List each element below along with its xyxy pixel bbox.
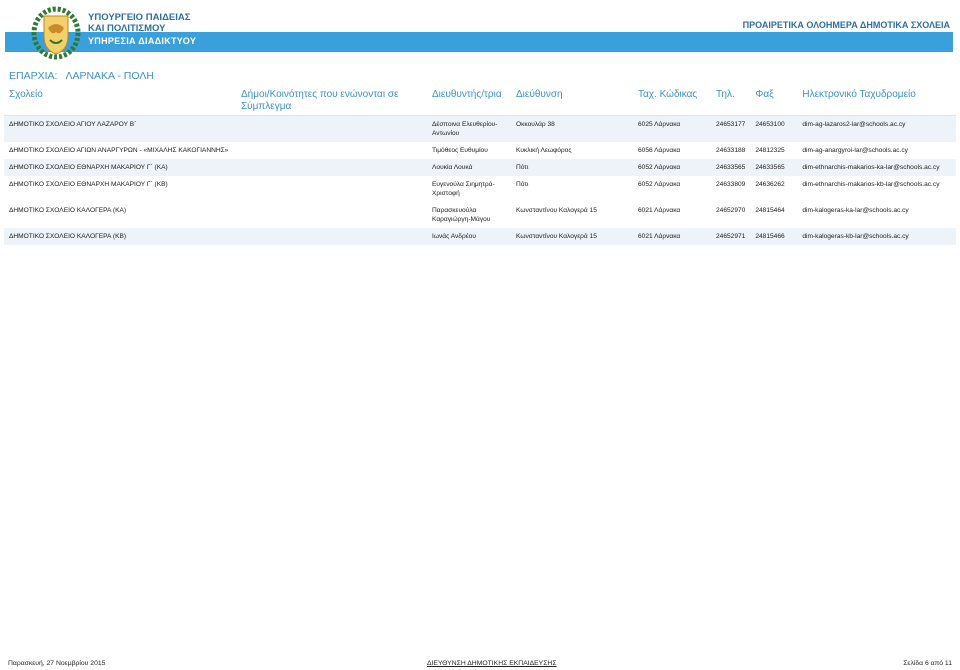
email: dim-ethnarchis-makarios-kb-lar@schools.a…	[802, 181, 940, 188]
footer-page-number: Σελίδα 6 από 11	[903, 660, 952, 667]
column-header: Ταχ. Κώδικας	[633, 86, 711, 116]
column-header: Ηλεκτρονικό Ταχυδρομείο	[797, 86, 956, 116]
phone: 24652970	[716, 207, 746, 214]
school-name: ΔΗΜΟΤΙΚΟ ΣΧΟΛΕΙΟ ΚΑΛΟΓΕΡΑ (ΚΑ)	[9, 207, 127, 214]
fax: 24636262	[755, 181, 785, 188]
phone: 24633565	[711, 159, 751, 176]
fax: 24812325	[755, 147, 785, 154]
school-name: ΔΗΜΟΤΙΚΟ ΣΧΟΛΕΙΟ ΕΘΝΑΡΧΗ ΜΑΚΑΡΙΟΥ Γ΄ (ΚΑ…	[4, 159, 236, 176]
postal-code: 6025 Λάρνακα	[633, 115, 711, 142]
address: Πότι	[511, 159, 633, 176]
district-label: ΕΠΑΡΧΙΑ:	[9, 70, 58, 82]
column-header: Σχολείο	[4, 86, 236, 116]
table-row: ΔΗΜΟΤΙΚΟ ΣΧΟΛΕΙΟ ΚΑΛΟΓΕΡΑ (ΚΑ) Παρασκευο…	[4, 202, 956, 228]
principal: Παρασκευούλα Καραγιώργη-Μάγου	[432, 207, 491, 223]
principal: Ιωνάς Ανδρέου	[427, 228, 511, 245]
table-row: ΔΗΜΟΤΙΚΟ ΣΧΟΛΕΙΟ ΕΘΝΑΡΧΗ ΜΑΚΑΡΙΟΥ Γ΄ (ΚΒ…	[4, 176, 956, 202]
table-header-row: Σχολείο Δήμοι/Κοινότητες που ενώνονται σ…	[4, 86, 956, 116]
phone: 24652971	[711, 228, 751, 245]
email: dim-ag-lazaros2-lar@schools.ac.cy	[797, 115, 956, 142]
district-heading: ΕΠΑΡΧΙΑ: ΛΑΡΝΑΚΑ - ΠΟΛΗ	[9, 70, 154, 82]
ministry-name: ΥΠΟΥΡΓΕΙΟ ΠΑΙΔΕΙΑΣ ΚΑΙ ΠΟΛΙΤΙΣΜΟΥ	[88, 12, 190, 34]
postal-code: 6021 Λάρνακα	[638, 207, 681, 214]
page-header: ΥΠΟΥΡΓΕΙΟ ΠΑΙΔΕΙΑΣ ΚΑΙ ΠΟΛΙΤΙΣΜΟΥ ΥΠΗΡΕΣ…	[0, 0, 960, 62]
table-row: ΔΗΜΟΤΙΚΟ ΣΧΟΛΕΙΟ ΚΑΛΟΓΕΡΑ (ΚΒ) Ιωνάς Ανδ…	[4, 228, 956, 245]
principal: Τιμόθεος Ευθυμίου	[432, 147, 488, 154]
email: dim-kalogeras-ka-lar@schools.ac.cy	[802, 207, 909, 214]
address: Κωνσταντίνου Καλογερά 15	[516, 207, 597, 214]
postal-code: 6052 Λάρνακα	[633, 159, 711, 176]
phone: 24633809	[716, 181, 746, 188]
fax: 24653100	[750, 115, 798, 142]
footer-department: ΔΙΕΥΘΥΝΣΗ ΔΗΜΟΤΙΚΗΣ ΕΚΠΑΙΔΕΥΣΗΣ	[427, 660, 557, 667]
schools-table: Σχολείο Δήμοι/Κοινότητες που ενώνονται σ…	[4, 86, 956, 245]
coat-of-arms-icon	[31, 6, 81, 60]
email: dim-ethnarchis-makarios-ka-lar@schools.a…	[797, 159, 956, 176]
address: Οκκουλάρ 38	[511, 115, 633, 142]
principal: Λουκία Λουκά	[427, 159, 511, 176]
column-header: Διευθυντής/τρια	[427, 86, 511, 116]
postal-code: 6056 Λάρνακα	[638, 147, 681, 154]
table-row: ΔΗΜΟΤΙΚΟ ΣΧΟΛΕΙΟ ΑΓΙΟΥ ΛΑΖΑΡΟΥ Β΄ Δέσποι…	[4, 115, 956, 142]
fax: 24633565	[750, 159, 798, 176]
principal: Δέσποινα Ελευθερίου-Αντωνίου	[427, 115, 511, 142]
email: dim-ag-anargyroi-lar@schools.ac.cy	[802, 147, 908, 154]
column-header: Φαξ	[750, 86, 798, 116]
column-header: Διεύθυνση	[511, 86, 633, 116]
fax: 24815464	[755, 207, 785, 214]
table-row: ΔΗΜΟΤΙΚΟ ΣΧΟΛΕΙΟ ΕΘΝΑΡΧΗ ΜΑΚΑΡΙΟΥ Γ΄ (ΚΑ…	[4, 159, 956, 176]
municipalities	[236, 176, 427, 202]
column-header: Δήμοι/Κοινότητες που ενώνονται σε Σύμπλε…	[236, 86, 427, 116]
municipalities	[236, 142, 427, 159]
column-header: Τηλ.	[711, 86, 751, 116]
school-name: ΔΗΜΟΤΙΚΟ ΣΧΟΛΕΙΟ ΕΘΝΑΡΧΗ ΜΑΚΑΡΙΟΥ Γ΄ (ΚΒ…	[9, 181, 168, 188]
ministry-line-1: ΥΠΟΥΡΓΕΙΟ ΠΑΙΔΕΙΑΣ	[88, 12, 191, 23]
footer-date: Παρασκευή, 27 Νοεμβρίου 2015	[8, 660, 106, 667]
municipalities	[236, 115, 427, 142]
postal-code: 6021 Λάρνακα	[633, 228, 711, 245]
table-row: ΔΗΜΟΤΙΚΟ ΣΧΟΛΕΙΟ ΑΓΙΩΝ ΑΝΑΡΓΥΡΩΝ - «ΜΙΧΑ…	[4, 142, 956, 159]
email: dim-kalogeras-kb-lar@schools.ac.cy	[797, 228, 956, 245]
municipalities	[236, 159, 427, 176]
phone: 24633188	[716, 147, 746, 154]
school-name: ΔΗΜΟΤΙΚΟ ΣΧΟΛΕΙΟ ΑΓΙΟΥ ΛΑΖΑΡΟΥ Β΄	[4, 115, 236, 142]
phone: 24653177	[711, 115, 751, 142]
postal-code: 6052 Λάρνακα	[638, 181, 681, 188]
principal: Ευγενούλα Σιημητρά-Χριστοφή	[432, 181, 495, 197]
fax: 24815466	[750, 228, 798, 245]
address: Κυκλική Λεωφόρος	[516, 147, 572, 154]
address: Πότι	[516, 181, 529, 188]
municipalities	[236, 228, 427, 245]
document-title: ΠΡΟΑΙΡΕΤΙΚΑ ΟΛΟΗΜΕΡΑ ΔΗΜΟΤΙΚΑ ΣΧΟΛΕΙΑ	[742, 20, 950, 30]
municipalities	[236, 202, 427, 228]
address: Κωνσταντίνου Καλογερά 15	[511, 228, 633, 245]
service-name: ΥΠΗΡΕΣΙΑ ΔΙΑΔΙΚΤΥΟΥ	[88, 36, 197, 46]
school-name: ΔΗΜΟΤΙΚΟ ΣΧΟΛΕΙΟ ΚΑΛΟΓΕΡΑ (ΚΒ)	[4, 228, 236, 245]
district-value: ΛΑΡΝΑΚΑ - ΠΟΛΗ	[65, 70, 154, 82]
school-name: ΔΗΜΟΤΙΚΟ ΣΧΟΛΕΙΟ ΑΓΙΩΝ ΑΝΑΡΓΥΡΩΝ - «ΜΙΧΑ…	[9, 147, 229, 154]
ministry-line-2: ΚΑΙ ΠΟΛΙΤΙΣΜΟΥ	[88, 23, 166, 34]
